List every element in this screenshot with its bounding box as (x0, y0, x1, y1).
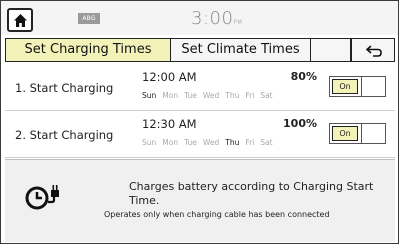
day-wed: Wed (202, 91, 220, 100)
row-percent: 100% (283, 117, 317, 130)
day-tue: Tue (184, 91, 197, 100)
home-icon (14, 14, 27, 27)
day-tue: Tue (184, 138, 197, 147)
day-thu: Thu (225, 138, 240, 147)
toggle-on-button[interactable]: On (332, 79, 358, 94)
clock-time: 3:00 (191, 8, 234, 29)
charging-schedule-screen: ABG 3:00PM Set Charging Times Set Climat… (0, 0, 399, 244)
clock: 3:00PM (191, 8, 242, 29)
info-description: Charges battery according to Charging St… (129, 180, 374, 207)
on-off-toggle[interactable]: On (329, 123, 386, 144)
day-fri: Fri (245, 91, 255, 100)
toggle-on-button[interactable]: On (332, 126, 358, 141)
day-mon: Mon (162, 91, 179, 100)
home-button[interactable] (7, 8, 33, 32)
tab-bar: Set Charging Times Set Climate Times (5, 38, 395, 62)
tab-set-charging-times[interactable]: Set Charging Times (5, 38, 171, 62)
day-fri: Fri (245, 138, 255, 147)
day-sun: Sun (142, 91, 157, 100)
row-label: 2. Start Charging (15, 128, 114, 142)
status-bar: ABG 3:00PM (1, 1, 398, 35)
toggle-divider (361, 77, 362, 96)
row-label: 1. Start Charging (15, 81, 114, 95)
weekday-list: Sun Mon Tue Wed Thu Fri Sat (142, 138, 279, 147)
day-thu: Thu (225, 91, 240, 100)
clock-ampm: PM (233, 19, 243, 26)
day-sat: Sat (260, 138, 273, 147)
toggle-divider (361, 124, 362, 143)
on-off-toggle[interactable]: On (329, 76, 386, 97)
back-button[interactable] (351, 38, 395, 62)
info-note: Operates only when charging cable has be… (104, 210, 330, 219)
day-mon: Mon (162, 138, 179, 147)
weekday-list: Sun Mon Tue Wed Thu Fri Sat (142, 91, 279, 100)
back-arrow-icon (365, 45, 382, 57)
day-sun: Sun (142, 138, 157, 147)
tab-set-climate-times[interactable]: Set Climate Times (171, 38, 311, 62)
row-time: 12:00 AM (142, 70, 197, 84)
status-badge: ABG (78, 13, 100, 24)
tab-spacer (311, 38, 351, 62)
clock-plug-icon (25, 185, 59, 210)
info-panel: Charges battery according to Charging St… (5, 159, 395, 242)
row-time: 12:30 AM (142, 117, 197, 131)
day-wed: Wed (202, 138, 220, 147)
day-sat: Sat (260, 91, 273, 100)
row-percent: 80% (290, 70, 317, 83)
charging-row-1[interactable]: 1. Start Charging 12:00 AM 80% Sun Mon T… (5, 64, 395, 111)
charging-row-2[interactable]: 2. Start Charging 12:30 AM 100% Sun Mon … (5, 111, 395, 158)
